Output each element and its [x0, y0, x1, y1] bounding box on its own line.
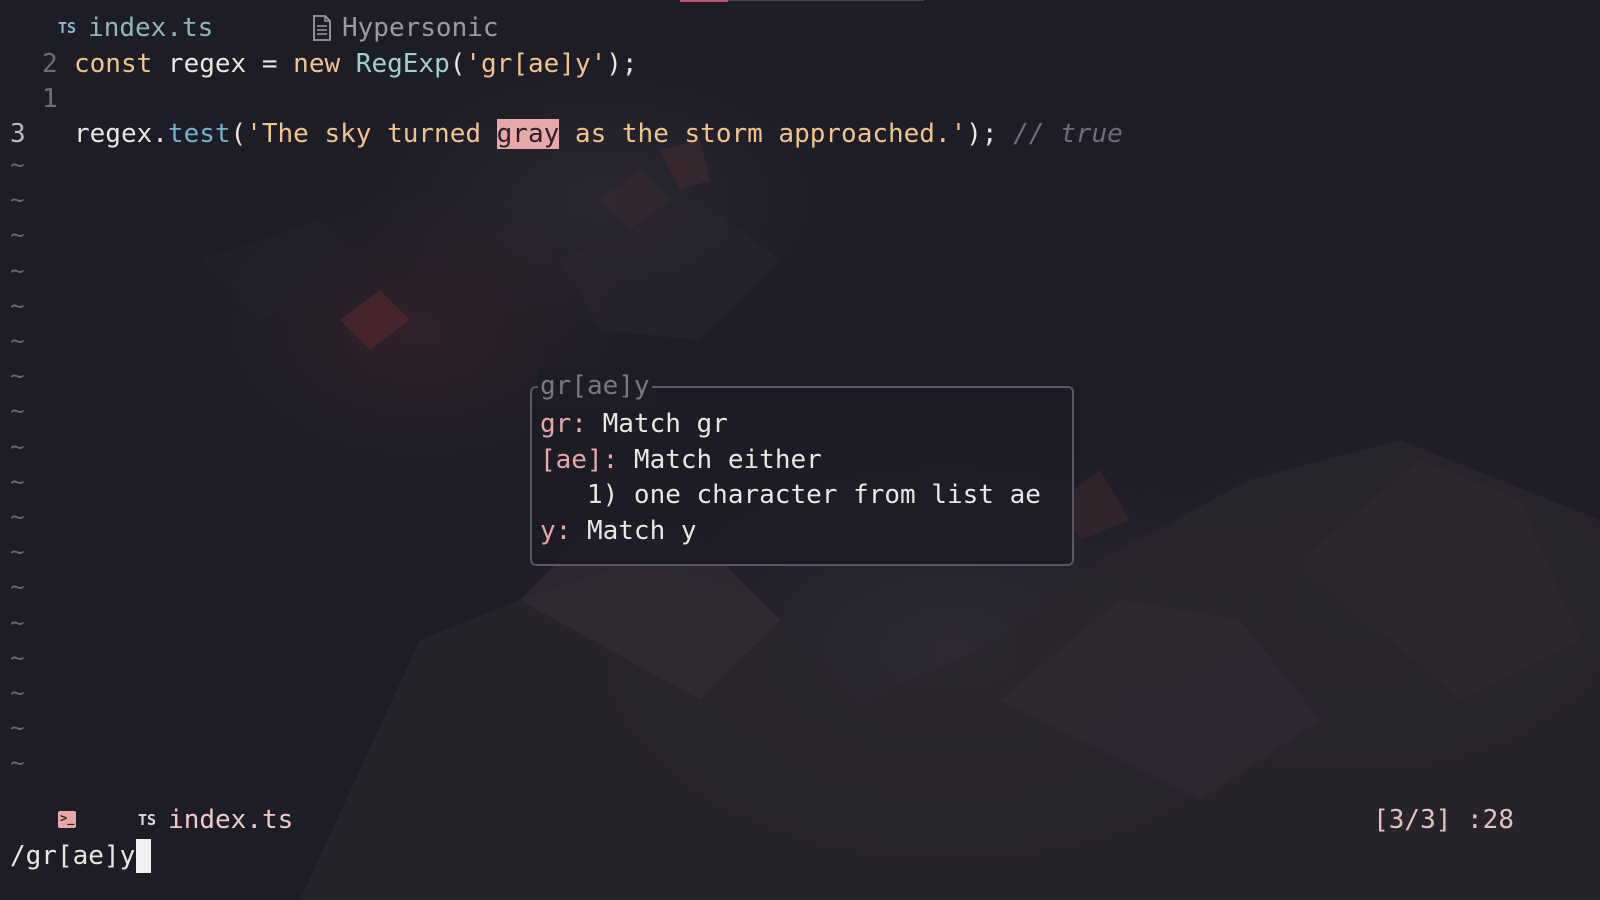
statusline: >_ TS index.ts [3/3] :28 [0, 802, 1600, 838]
command-line[interactable]: /gr[ae]y [10, 838, 152, 874]
terminal-icon: >_ [58, 811, 76, 828]
popup-row-key: y: [540, 515, 572, 546]
line-number: 1 [42, 84, 58, 114]
popup-row: gr: Match gr [540, 406, 728, 442]
empty-line-tilde: ~ [10, 714, 25, 743]
popup-row: [ae]: Match either [540, 442, 822, 478]
code-token: ( [449, 49, 466, 79]
code-token: ( [230, 119, 247, 149]
top-divider [728, 0, 924, 1]
empty-line-tilde: ~ [10, 291, 25, 320]
code-token: regex [152, 49, 262, 79]
statusline-file: TS index.ts [138, 802, 293, 838]
code-token: test [167, 119, 231, 149]
empty-line-tilde: ~ [10, 362, 25, 391]
empty-line-tilde: ~ [10, 397, 25, 426]
search-position: [3/3] :28 [1373, 805, 1514, 835]
code-line[interactable]: regex.test('The sky turned gray as the s… [74, 116, 1123, 152]
editor-window: TS index.ts Hypersonic 2 const regex = ne… [0, 0, 1600, 900]
popup-title: gr[ae]y [538, 368, 652, 404]
code-line[interactable]: const regex = new RegExp('gr[ae]y'); [74, 46, 638, 82]
top-accent-bar [680, 0, 728, 2]
regex-explanation-popup: gr[ae]y gr: Match gr [ae]: Match either 1… [530, 368, 1074, 566]
popup-row-value: Match either [618, 444, 822, 475]
popup-row-key: [ae]: [540, 444, 619, 475]
typescript-icon: TS [58, 19, 77, 37]
empty-line-tilde: ~ [10, 256, 25, 285]
text-cursor [136, 839, 152, 873]
file-icon [313, 15, 331, 41]
empty-line-tilde: ~ [10, 327, 25, 355]
code-token: ); [966, 119, 1014, 149]
typescript-icon: TS [138, 811, 157, 829]
search-query[interactable]: /gr[ae]y [10, 838, 135, 874]
code-token: regex. [74, 119, 168, 149]
statusline-filename: index.ts [168, 805, 294, 835]
empty-line-tilde: ~ [10, 503, 25, 531]
empty-line-tilde: ~ [10, 643, 25, 672]
popup-row: y: Match y [540, 513, 697, 549]
empty-line-tilde: ~ [10, 538, 25, 567]
tab-hypersonic[interactable]: Hypersonic [312, 10, 499, 46]
empty-line-tilde: ~ [10, 432, 25, 461]
empty-line-tilde: ~ [10, 151, 25, 179]
code-token: ); [606, 49, 638, 79]
code-token: as the storm approached.' [559, 119, 967, 149]
empty-line-tilde: ~ [10, 749, 25, 778]
popup-row-value: 1) one character from list ae [540, 480, 1041, 510]
empty-line-tilde: ~ [10, 221, 25, 250]
popup-row-key: gr: [540, 409, 587, 439]
tab-index-ts[interactable]: TS index.ts [58, 10, 213, 46]
code-token: 'gr[ae]y' [465, 49, 607, 79]
empty-line-tilde: ~ [10, 679, 25, 707]
search-match: gray [496, 119, 560, 149]
popup-row-value: Match gr [586, 409, 728, 439]
code-token: new [277, 49, 356, 79]
popup-row: 1) one character from list ae [540, 477, 1041, 513]
empty-line-tilde: ~ [10, 573, 25, 602]
empty-line-tilde: ~ [10, 608, 25, 637]
code-token: = [261, 49, 278, 79]
code-token: const [74, 49, 153, 79]
empty-line-tilde: ~ [10, 467, 25, 496]
popup-row-value: Match y [571, 515, 697, 546]
code-token: // true [1013, 119, 1123, 149]
code-token: RegExp [355, 49, 450, 79]
tab-label: Hypersonic [342, 13, 499, 43]
empty-line-tilde: ~ [10, 186, 25, 215]
code-token: 'The sky turned [246, 119, 497, 149]
tab-label: index.ts [88, 13, 214, 43]
line-number: 3 [10, 119, 26, 149]
